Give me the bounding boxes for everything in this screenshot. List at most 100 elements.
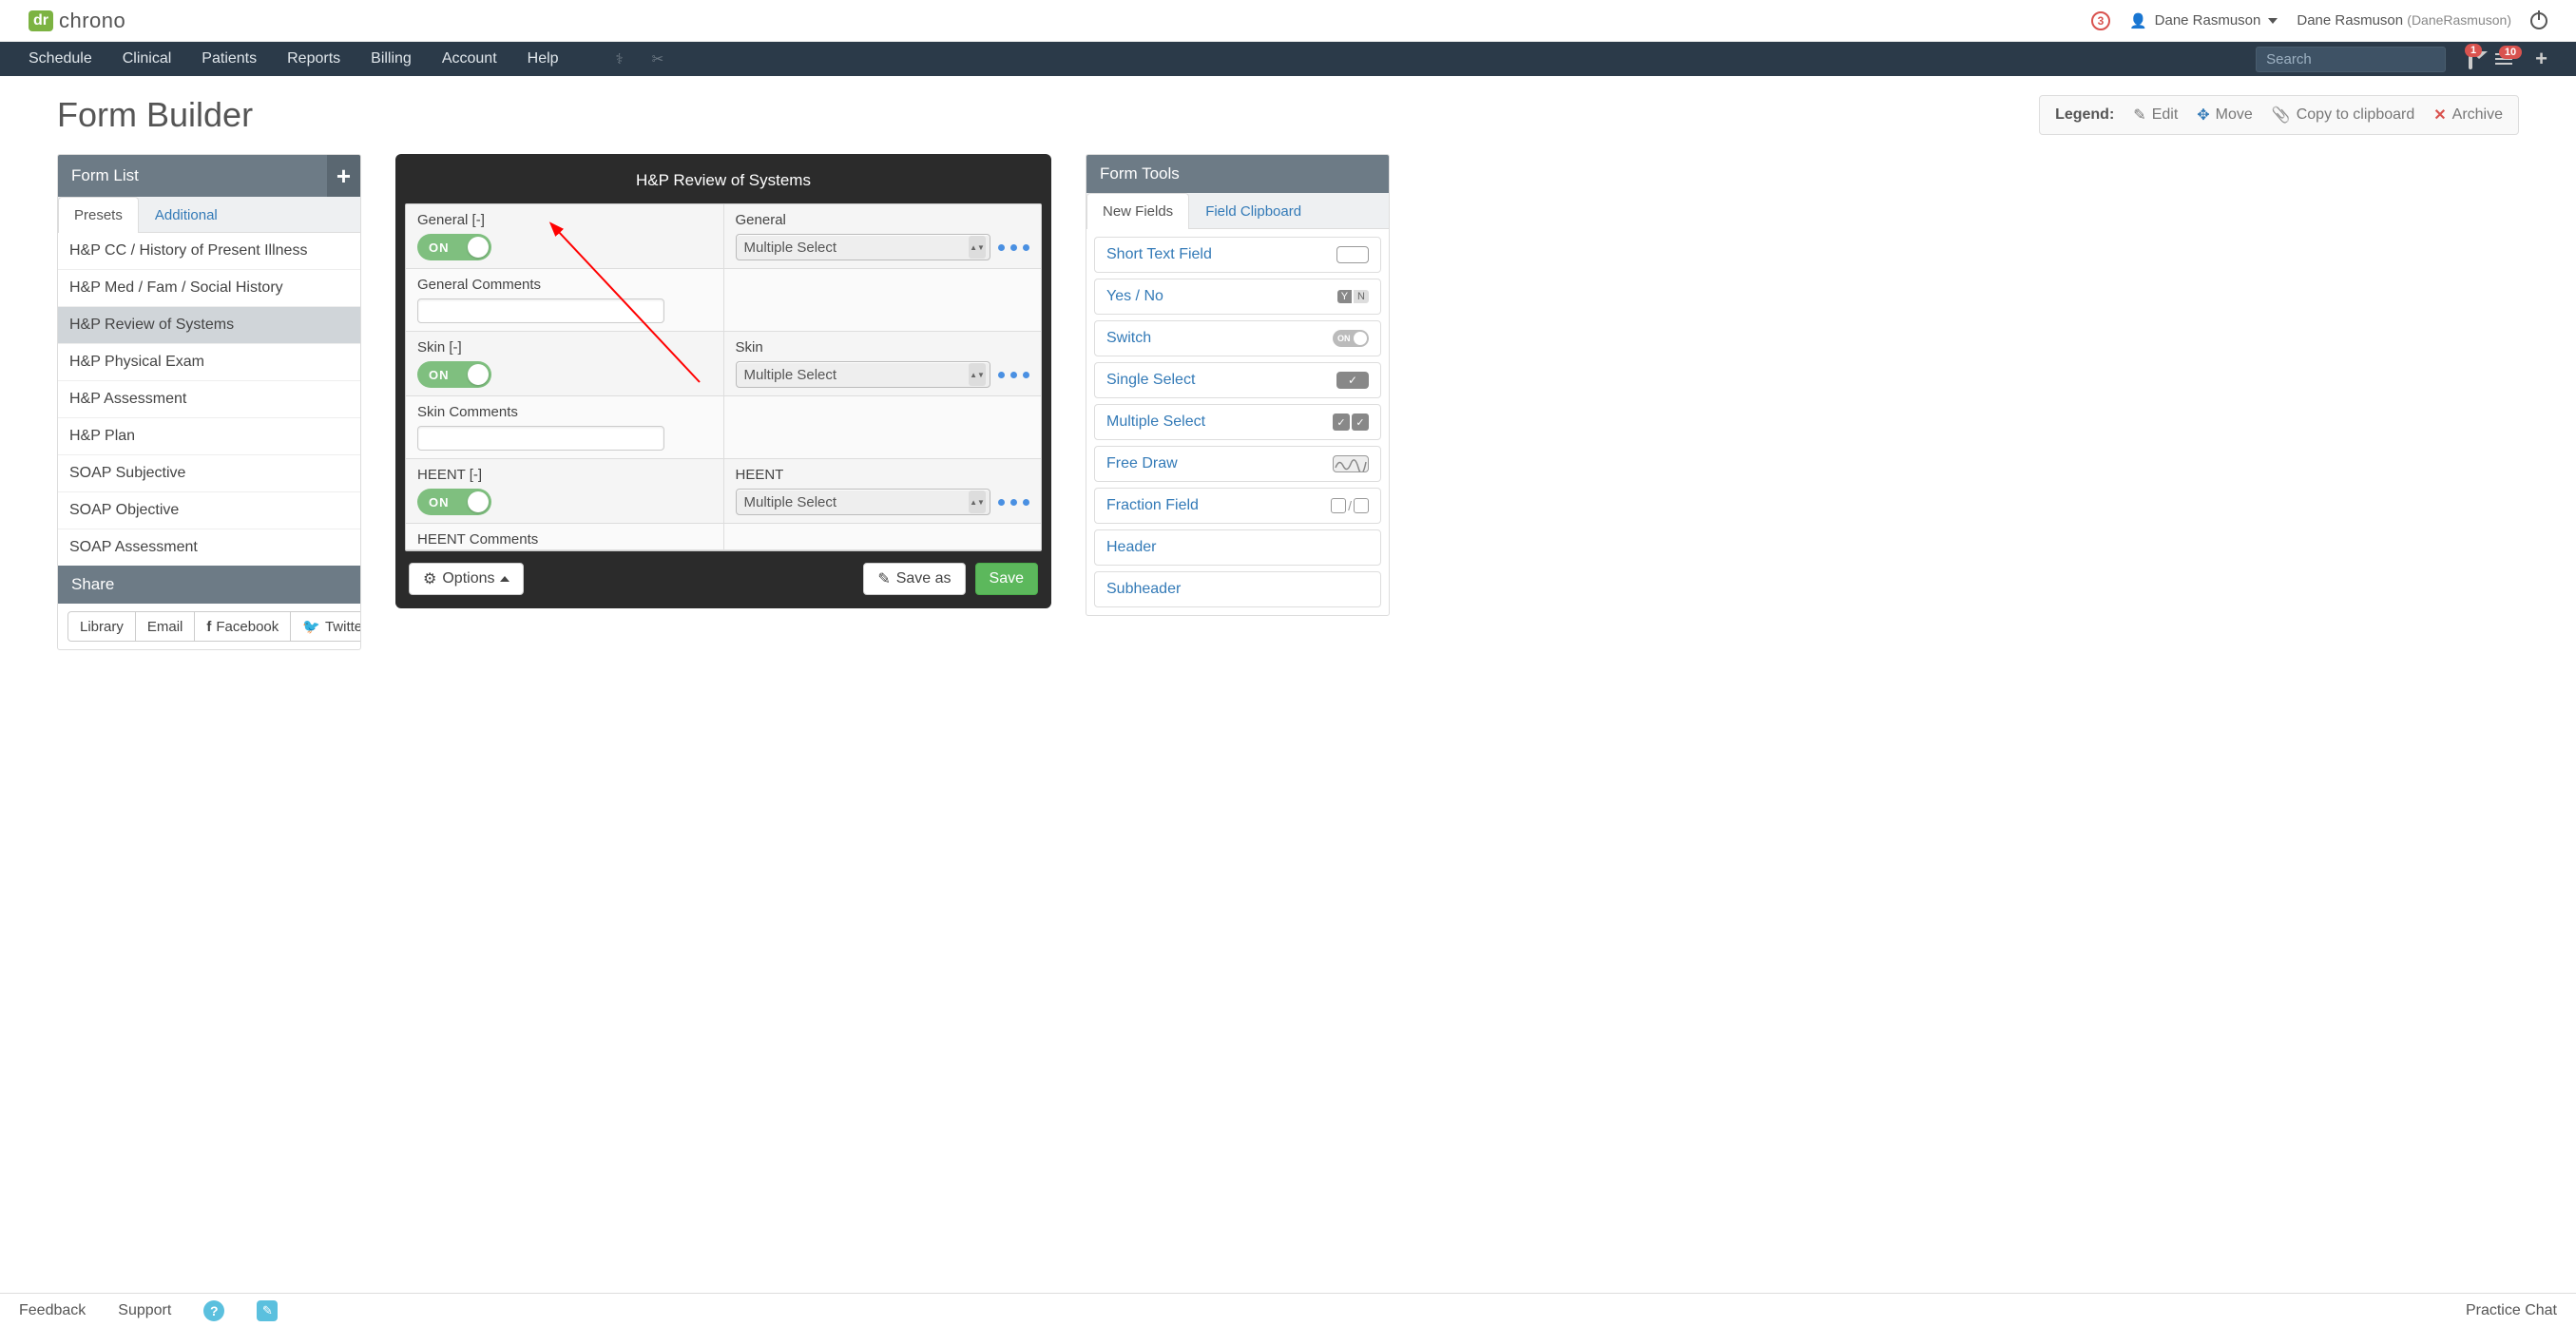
- utensils-icon[interactable]: ✂: [652, 50, 664, 67]
- form-body: General [-] ON General Multiple Select: [405, 203, 1042, 551]
- fraction-icon: /: [1331, 498, 1369, 513]
- form-item-selected[interactable]: H&P Review of Systems: [58, 307, 360, 344]
- user-icon: 👤: [2129, 12, 2147, 29]
- tool-fraction-field[interactable]: Fraction Field /: [1094, 488, 1381, 524]
- power-icon[interactable]: [2530, 12, 2547, 29]
- field-label: General Comments: [417, 277, 712, 293]
- form-item[interactable]: SOAP Objective: [58, 492, 360, 529]
- select-box[interactable]: Multiple Select ▲▼: [736, 489, 991, 515]
- form-item[interactable]: SOAP Assessment: [58, 529, 360, 566]
- drag-handle[interactable]: [998, 499, 1029, 506]
- legend-archive: Archive: [2433, 106, 2503, 125]
- main-container: Form Builder Legend: Edit Move Copy to c…: [0, 76, 2576, 669]
- tool-free-draw[interactable]: Free Draw: [1094, 446, 1381, 482]
- footer-support[interactable]: Support: [118, 1302, 171, 1319]
- form-cell-right[interactable]: [724, 269, 1042, 331]
- toggle-knob: [468, 364, 489, 385]
- text-input[interactable]: [417, 426, 664, 451]
- share-facebook[interactable]: fFacebook: [195, 611, 291, 642]
- form-cell-left[interactable]: HEENT Comments: [406, 524, 724, 549]
- form-cell-left[interactable]: General Comments: [406, 269, 724, 331]
- form-list-header: Form List +: [58, 155, 360, 197]
- move-icon: [2197, 106, 2209, 125]
- form-item[interactable]: H&P Assessment: [58, 381, 360, 418]
- form-row: Skin [-] ON Skin Multiple Select: [406, 332, 1041, 396]
- user-menu[interactable]: 👤 Dane Rasmuson: [2129, 12, 2278, 29]
- nav-patients[interactable]: Patients: [202, 50, 257, 67]
- logo[interactable]: dr chrono: [29, 9, 125, 33]
- form-cell-right[interactable]: HEENT Multiple Select ▲▼: [724, 459, 1042, 523]
- tool-switch[interactable]: Switch ON: [1094, 320, 1381, 356]
- form-item[interactable]: SOAP Subjective: [58, 455, 360, 492]
- toggle-switch[interactable]: ON: [417, 234, 491, 260]
- caduceus-icon[interactable]: ⚕: [616, 50, 624, 67]
- tool-header[interactable]: Header: [1094, 529, 1381, 566]
- tool-multiple-select[interactable]: Multiple Select ✓✓: [1094, 404, 1381, 440]
- tool-label: Switch: [1106, 330, 1151, 347]
- nav-reports[interactable]: Reports: [287, 50, 340, 67]
- form-item[interactable]: H&P Med / Fam / Social History: [58, 270, 360, 307]
- footer-feedback[interactable]: Feedback: [19, 1302, 86, 1319]
- notification-badge[interactable]: 3: [2091, 11, 2110, 30]
- select-box[interactable]: Multiple Select ▲▼: [736, 361, 991, 388]
- gear-icon: [423, 569, 436, 588]
- select-value: Multiple Select: [744, 240, 837, 256]
- nav-account[interactable]: Account: [442, 50, 497, 67]
- select-wrap: Multiple Select ▲▼: [736, 361, 1030, 388]
- share-email[interactable]: Email: [136, 611, 196, 642]
- drag-handle[interactable]: [998, 244, 1029, 251]
- nav-schedule[interactable]: Schedule: [29, 50, 92, 67]
- select-box[interactable]: Multiple Select ▲▼: [736, 234, 991, 260]
- nav-clinical[interactable]: Clinical: [123, 50, 172, 67]
- form-cell-right[interactable]: General Multiple Select ▲▼: [724, 204, 1042, 268]
- add-form-button[interactable]: +: [327, 155, 360, 197]
- text-input[interactable]: [417, 298, 664, 323]
- toggle-knob: [468, 491, 489, 512]
- page-title: Form Builder: [57, 95, 253, 135]
- tool-short-text[interactable]: Short Text Field: [1094, 237, 1381, 273]
- form-item[interactable]: H&P Physical Exam: [58, 344, 360, 381]
- tab-additional[interactable]: Additional: [139, 197, 234, 233]
- tool-yes-no[interactable]: Yes / No YN: [1094, 279, 1381, 315]
- tab-field-clipboard[interactable]: Field Clipboard: [1189, 193, 1317, 229]
- save-button[interactable]: Save: [975, 563, 1038, 595]
- save-as-button[interactable]: Save as: [863, 563, 965, 595]
- form-cell-right[interactable]: [724, 524, 1042, 549]
- form-cell-left[interactable]: General [-] ON: [406, 204, 724, 268]
- drag-handle[interactable]: [998, 372, 1029, 378]
- edit-icon[interactable]: ✎: [257, 1300, 278, 1321]
- tab-presets[interactable]: Presets: [58, 197, 139, 233]
- form-item[interactable]: H&P Plan: [58, 418, 360, 455]
- search-input[interactable]: [2256, 47, 2446, 72]
- practice-chat[interactable]: Practice Chat: [2466, 1302, 2557, 1319]
- share-twitter[interactable]: 🐦Twitter: [291, 611, 361, 642]
- inbox-badge: 1: [2465, 44, 2482, 57]
- menu-button[interactable]: 10: [2495, 53, 2512, 65]
- form-cell-right[interactable]: Skin Multiple Select ▲▼: [724, 332, 1042, 395]
- tool-single-select[interactable]: Single Select ✓: [1094, 362, 1381, 398]
- field-label: General [-]: [417, 212, 712, 228]
- form-cell-right[interactable]: [724, 396, 1042, 458]
- options-button[interactable]: Options: [409, 563, 524, 595]
- toggle-switch[interactable]: ON: [417, 489, 491, 515]
- legend-copy: Copy to clipboard: [2272, 106, 2414, 125]
- form-list-tabs: Presets Additional: [58, 197, 360, 233]
- select-value: Multiple Select: [744, 367, 837, 383]
- toggle-switch[interactable]: ON: [417, 361, 491, 388]
- help-icon[interactable]: ?: [203, 1300, 224, 1321]
- add-button[interactable]: +: [2535, 47, 2547, 71]
- tool-subheader[interactable]: Subheader: [1094, 571, 1381, 607]
- nav-billing[interactable]: Billing: [371, 50, 412, 67]
- form-cell-left[interactable]: HEENT [-] ON: [406, 459, 724, 523]
- share-library[interactable]: Library: [67, 611, 136, 642]
- form-item[interactable]: H&P CC / History of Present Illness: [58, 233, 360, 270]
- page-header-row: Form Builder Legend: Edit Move Copy to c…: [57, 95, 2519, 135]
- user-secondary[interactable]: Dane Rasmuson (DaneRasmuson): [2297, 12, 2511, 29]
- form-cell-left[interactable]: Skin [-] ON: [406, 332, 724, 395]
- inbox-button[interactable]: 1: [2469, 51, 2472, 67]
- tab-new-fields[interactable]: New Fields: [1086, 193, 1189, 229]
- form-row: General Comments: [406, 269, 1041, 332]
- form-cell-left[interactable]: Skin Comments: [406, 396, 724, 458]
- form-list-items[interactable]: H&P CC / History of Present Illness H&P …: [58, 233, 360, 566]
- nav-help[interactable]: Help: [528, 50, 559, 67]
